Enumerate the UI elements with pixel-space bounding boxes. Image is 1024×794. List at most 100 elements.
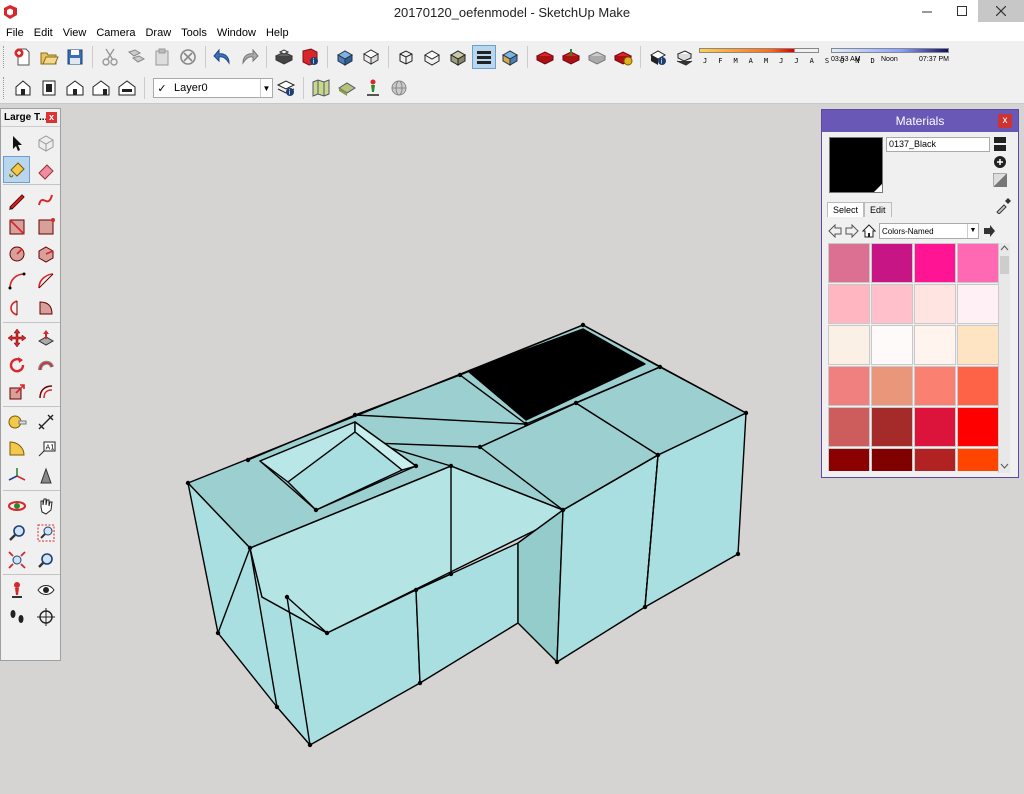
- zoom-tool[interactable]: [3, 519, 30, 546]
- material-swatch[interactable]: [914, 325, 956, 365]
- create-material-icon: [994, 156, 1006, 168]
- 3d-text-tool[interactable]: [32, 462, 59, 489]
- three-point-arc-tool[interactable]: [3, 294, 30, 321]
- protractor-tool[interactable]: [3, 435, 30, 462]
- material-swatch[interactable]: [957, 243, 999, 283]
- material-swatch[interactable]: [957, 325, 999, 365]
- materials-close-button[interactable]: x: [998, 114, 1012, 128]
- material-swatch[interactable]: [871, 366, 913, 406]
- material-swatch[interactable]: [871, 407, 913, 447]
- rotate-tool[interactable]: [3, 351, 30, 378]
- dimension-icon: [38, 414, 53, 429]
- orbit-icon: [7, 500, 26, 511]
- material-swatch[interactable]: [871, 448, 913, 471]
- zoom-extents-tool[interactable]: [3, 546, 30, 573]
- arc-tool[interactable]: [3, 267, 30, 294]
- section-plane-tool[interactable]: [32, 603, 59, 630]
- line-tool[interactable]: [3, 186, 30, 213]
- materials-panel: Materials x 0137_Black Select Edit Color…: [821, 109, 1019, 478]
- material-swatch[interactable]: [957, 448, 999, 471]
- material-swatch[interactable]: [957, 366, 999, 406]
- rectangle-tool[interactable]: [3, 213, 30, 240]
- orbit-tool[interactable]: [3, 492, 30, 519]
- offset-tool[interactable]: [32, 378, 59, 405]
- axes-tool[interactable]: [3, 462, 30, 489]
- palette-divider: [3, 406, 60, 407]
- look-around-tool[interactable]: [32, 576, 59, 603]
- material-name-field[interactable]: 0137_Black: [886, 137, 990, 152]
- polygon-tool[interactable]: [32, 240, 59, 267]
- back-arrow-icon[interactable]: [828, 224, 842, 238]
- walk-tool[interactable]: [3, 603, 30, 630]
- scale-tool[interactable]: [3, 378, 30, 405]
- protractor-icon: [9, 440, 25, 455]
- zoom-window-icon: [37, 524, 54, 541]
- chevron-down-icon: ▼: [967, 224, 978, 238]
- pie-tool[interactable]: [32, 294, 59, 321]
- forward-arrow-icon[interactable]: [845, 224, 859, 238]
- tab-edit[interactable]: Edit: [864, 202, 892, 217]
- material-swatch[interactable]: [828, 243, 870, 283]
- current-material-swatch[interactable]: [829, 137, 883, 193]
- tape-measure-tool[interactable]: [3, 408, 30, 435]
- freehand-squiggle-icon: [37, 194, 53, 205]
- material-swatch[interactable]: [914, 243, 956, 283]
- create-material-button[interactable]: [993, 155, 1007, 169]
- select-tool[interactable]: [3, 129, 30, 156]
- home-icon[interactable]: [862, 224, 876, 238]
- materials-tabs: Select Edit: [827, 202, 892, 217]
- zoom-window-tool[interactable]: [32, 519, 59, 546]
- scroll-up-icon[interactable]: [999, 243, 1010, 253]
- dimension-tool[interactable]: [32, 408, 59, 435]
- kitchen-island-model[interactable]: [187, 324, 747, 746]
- circle-tool[interactable]: [3, 240, 30, 267]
- material-swatch[interactable]: [828, 407, 870, 447]
- library-dropdown[interactable]: Colors-Named ▼: [879, 223, 979, 239]
- previous-view-tool[interactable]: [32, 546, 59, 573]
- materials-title: Materials: [895, 114, 945, 128]
- material-swatch[interactable]: [914, 448, 956, 471]
- material-swatch[interactable]: [871, 243, 913, 283]
- palette-close-button[interactable]: x: [46, 112, 57, 123]
- material-swatch[interactable]: [828, 448, 870, 471]
- eraser-tool[interactable]: [32, 156, 59, 183]
- rotated-rectangle-icon: [38, 217, 55, 234]
- tab-select[interactable]: Select: [827, 202, 865, 217]
- material-swatch[interactable]: [914, 366, 956, 406]
- material-swatch[interactable]: [828, 366, 870, 406]
- material-swatch[interactable]: [871, 284, 913, 324]
- position-camera-tool[interactable]: [3, 576, 30, 603]
- details-arrow-icon[interactable]: [982, 224, 996, 238]
- material-swatch[interactable]: [828, 284, 870, 324]
- scroll-thumb[interactable]: [1000, 256, 1009, 274]
- move-tool[interactable]: [3, 324, 30, 351]
- push-pull-tool[interactable]: [32, 324, 59, 351]
- palette-title-bar[interactable]: Large T... x: [1, 109, 60, 127]
- palette-divider: [3, 574, 60, 575]
- palette-divider: [3, 322, 60, 323]
- make-component-tool[interactable]: [32, 129, 59, 156]
- footprints-icon: [10, 609, 23, 623]
- material-swatch[interactable]: [828, 325, 870, 365]
- display-secondary-pane-button[interactable]: [993, 137, 1007, 151]
- sample-paint-button[interactable]: [995, 198, 1011, 217]
- material-swatch[interactable]: [914, 407, 956, 447]
- material-swatch[interactable]: [914, 284, 956, 324]
- two-point-arc-tool[interactable]: [32, 267, 59, 294]
- polygon-icon: [38, 245, 53, 263]
- pan-tool[interactable]: [32, 492, 59, 519]
- scroll-down-icon[interactable]: [999, 461, 1010, 471]
- paint-bucket-tool[interactable]: [3, 156, 30, 183]
- rectangle-icon: [8, 218, 25, 235]
- paint-bucket-icon: [8, 161, 25, 177]
- text-tool[interactable]: A1: [32, 435, 59, 462]
- swatch-scrollbar[interactable]: [998, 243, 1010, 473]
- rotated-rectangle-tool[interactable]: [32, 213, 59, 240]
- materials-title-bar[interactable]: Materials x: [822, 110, 1018, 132]
- freehand-tool[interactable]: [32, 186, 59, 213]
- material-swatch[interactable]: [957, 284, 999, 324]
- material-swatch[interactable]: [871, 325, 913, 365]
- material-swatch[interactable]: [957, 407, 999, 447]
- follow-me-tool[interactable]: [32, 351, 59, 378]
- default-material-button[interactable]: [993, 173, 1007, 187]
